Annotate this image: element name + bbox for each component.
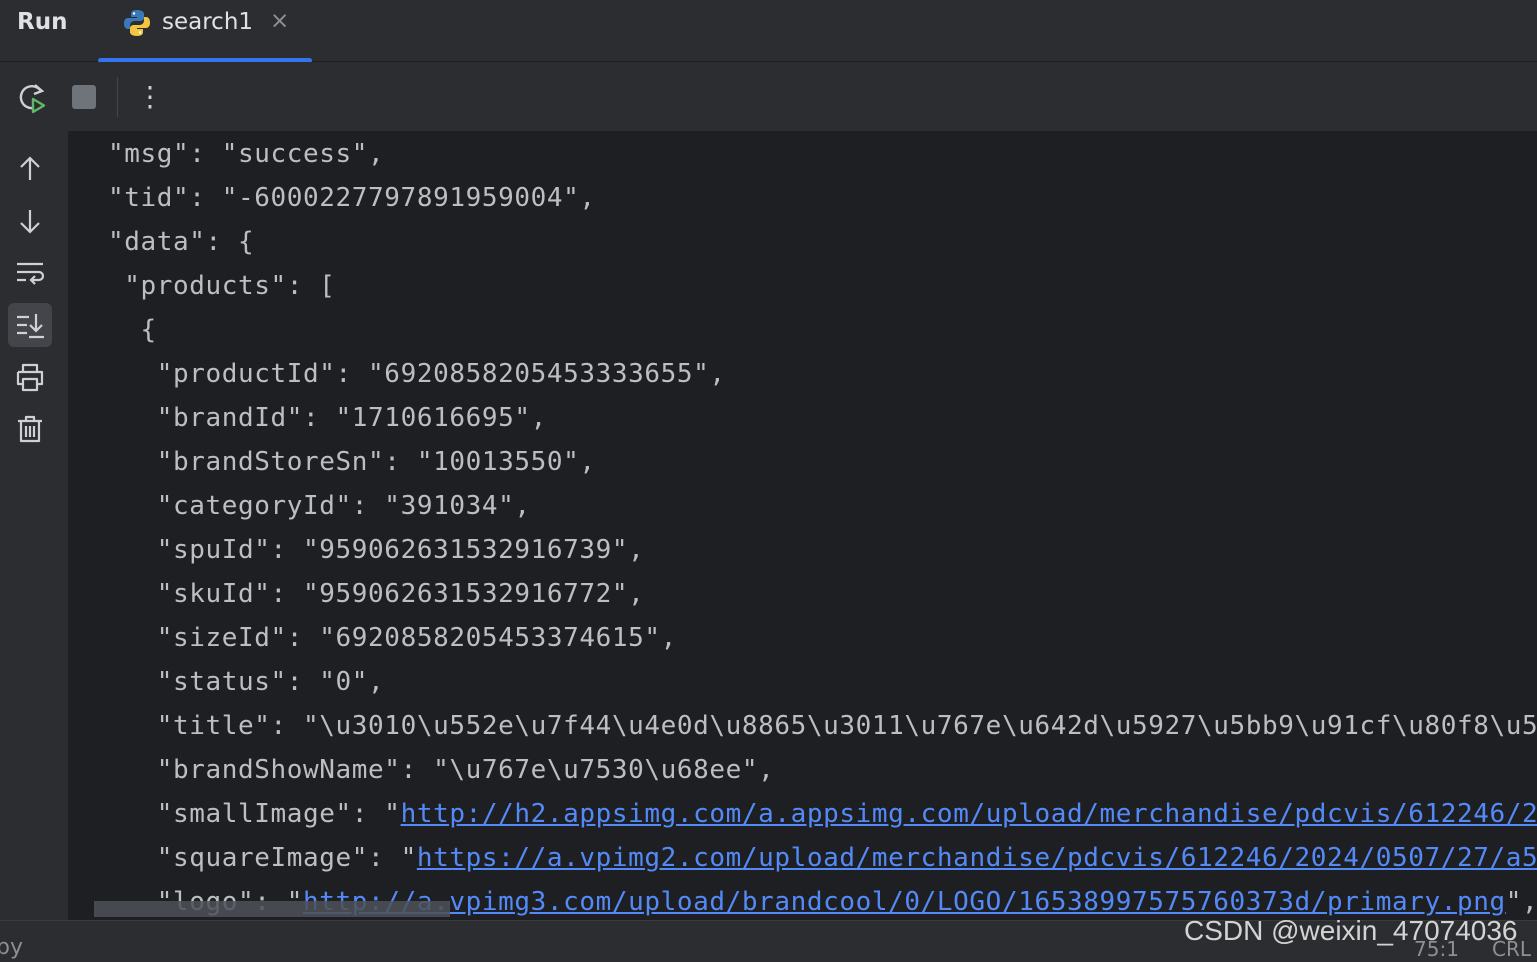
horizontal-scrollbar-thumb[interactable]	[94, 901, 450, 917]
python-icon	[124, 10, 150, 36]
watermark: CSDN @weixin_47074036	[1184, 915, 1518, 946]
arrow-down-icon	[20, 210, 40, 234]
console-line: "msg": "success",	[108, 139, 384, 169]
line-text: "skuId": "959062631532916772",	[156, 579, 645, 609]
console-line: "categoryId": "391034",	[108, 491, 531, 521]
console-line: "tid": "-6000227797891959004",	[108, 183, 596, 213]
tab-search1[interactable]: search1 ×	[98, 0, 312, 63]
line-text: "status": "0",	[156, 667, 385, 697]
run-tool-window-title: Run	[17, 9, 68, 35]
tool-window-tabbar: Run search1 ×	[0, 0, 1537, 63]
print-button[interactable]	[8, 355, 52, 399]
line-text: "brandStoreSn": "10013550",	[156, 447, 596, 477]
line-text: "productId": "6920858205453333655",	[156, 359, 726, 389]
console-line: {	[108, 315, 157, 345]
line-text: "tid": "-6000227797891959004",	[108, 183, 596, 213]
line-text: "smallImage": "	[156, 799, 401, 829]
print-icon	[16, 363, 44, 392]
console-line: "spuId": "959062631532916739",	[108, 535, 644, 565]
line-text: "msg": "success",	[108, 139, 385, 169]
console-line: "sizeId": "6920858205453374615",	[108, 623, 677, 653]
console-line: "productId": "6920858205453333655",	[108, 359, 726, 389]
console-line: "skuId": "959062631532916772",	[108, 579, 644, 609]
console-line: "brandStoreSn": "10013550",	[108, 447, 596, 477]
line-text: "spuId": "959062631532916739",	[156, 535, 645, 565]
console-sidebar	[0, 131, 68, 920]
url-link[interactable]: http://h2.appsimg.com/a.appsimg.com/uplo…	[401, 799, 1537, 829]
line-text: {	[140, 315, 157, 345]
stop-icon[interactable]	[66, 79, 102, 115]
trash-icon	[18, 415, 42, 443]
clear-all-button[interactable]	[8, 407, 52, 451]
line-text: "products": [	[124, 271, 336, 301]
status-breadcrumb[interactable]: py	[0, 935, 23, 960]
more-options-icon[interactable]: ⋮	[132, 79, 168, 115]
url-link[interactable]: https://a.vpimg2.com/upload/merchandise/…	[417, 843, 1537, 873]
line-text: "data": {	[108, 227, 255, 257]
line-text: "brandId": "1710616695",	[156, 403, 547, 433]
scroll-to-end-button[interactable]	[8, 303, 52, 347]
line-text: "squareImage": "	[156, 843, 417, 873]
tab-label: search1	[162, 9, 254, 35]
console-line: "smallImage": "http://h2.appsimg.com/a.a…	[108, 799, 1537, 829]
console-line: "data": {	[108, 227, 254, 257]
soft-wrap-icon	[17, 262, 45, 285]
scroll-up-button[interactable]	[8, 147, 52, 191]
console-line: "brandId": "1710616695",	[108, 403, 547, 433]
url-link[interactable]: http://a.vpimg3.com/upload/brandcool/0/L…	[303, 887, 1506, 917]
console-output[interactable]: "msg": "success", "tid": "-60002277978919…	[68, 131, 1537, 920]
line-text: "title": "\u3010\u552e\u7f44\u4e0d\u8865…	[156, 711, 1537, 741]
line-text: "categoryId": "391034",	[156, 491, 531, 521]
scroll-down-button[interactable]	[8, 199, 52, 243]
rerun-icon[interactable]	[14, 79, 50, 115]
close-icon[interactable]: ×	[270, 8, 289, 34]
toolbar-separator	[117, 77, 118, 117]
scroll-to-end-icon	[17, 314, 44, 339]
console-line: "squareImage": "https://a.vpimg2.com/upl…	[108, 843, 1537, 873]
console-line: "brandShowName": "\u767e\u7530\u68ee",	[108, 755, 774, 785]
arrow-up-icon	[20, 156, 40, 180]
console-line: "title": "\u3010\u552e\u7f44\u4e0d\u8865…	[108, 711, 1537, 741]
soft-wrap-button[interactable]	[8, 251, 52, 295]
line-text-suffix: ",	[1505, 887, 1537, 917]
console-line: "status": "0",	[108, 667, 384, 697]
line-text: "sizeId": "6920858205453374615",	[156, 623, 677, 653]
line-text: "brandShowName": "\u767e\u7530\u68ee",	[156, 755, 775, 785]
run-toolbar: ⋮	[0, 62, 1537, 131]
console-line: "products": [	[108, 271, 336, 301]
